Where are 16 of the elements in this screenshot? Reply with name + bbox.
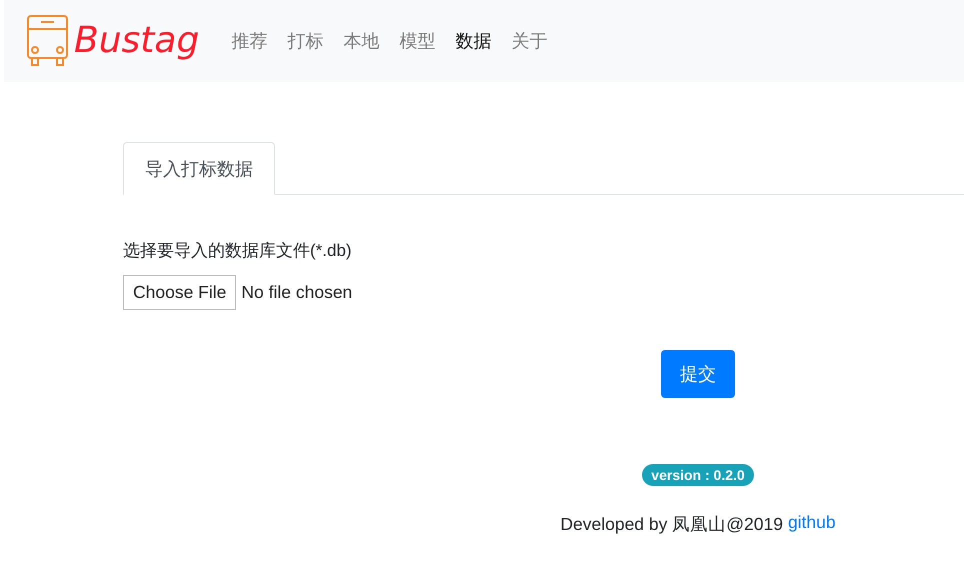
- file-status: No file chosen: [241, 282, 352, 303]
- nav-link[interactable]: 关于: [501, 29, 558, 53]
- version-badge: version : 0.2.0: [642, 464, 754, 486]
- github-link[interactable]: github: [788, 512, 836, 536]
- nav-link[interactable]: 打标: [277, 29, 334, 53]
- choose-file-button[interactable]: Choose File: [123, 275, 236, 310]
- bus-icon: [27, 15, 68, 67]
- brand-name[interactable]: Bustag: [74, 23, 200, 59]
- nav-link[interactable]: 模型: [389, 29, 446, 53]
- credit-text: Developed by 凤凰山@2019: [560, 513, 783, 536]
- submit-button[interactable]: 提交: [661, 350, 735, 398]
- nav-link[interactable]: 本地: [333, 29, 390, 53]
- field-label: 选择要导入的数据库文件(*.db): [123, 240, 353, 262]
- nav-link[interactable]: 推荐: [221, 29, 278, 53]
- tab[interactable]: 导入打标数据: [123, 142, 275, 195]
- nav-link[interactable]: 数据: [445, 29, 502, 53]
